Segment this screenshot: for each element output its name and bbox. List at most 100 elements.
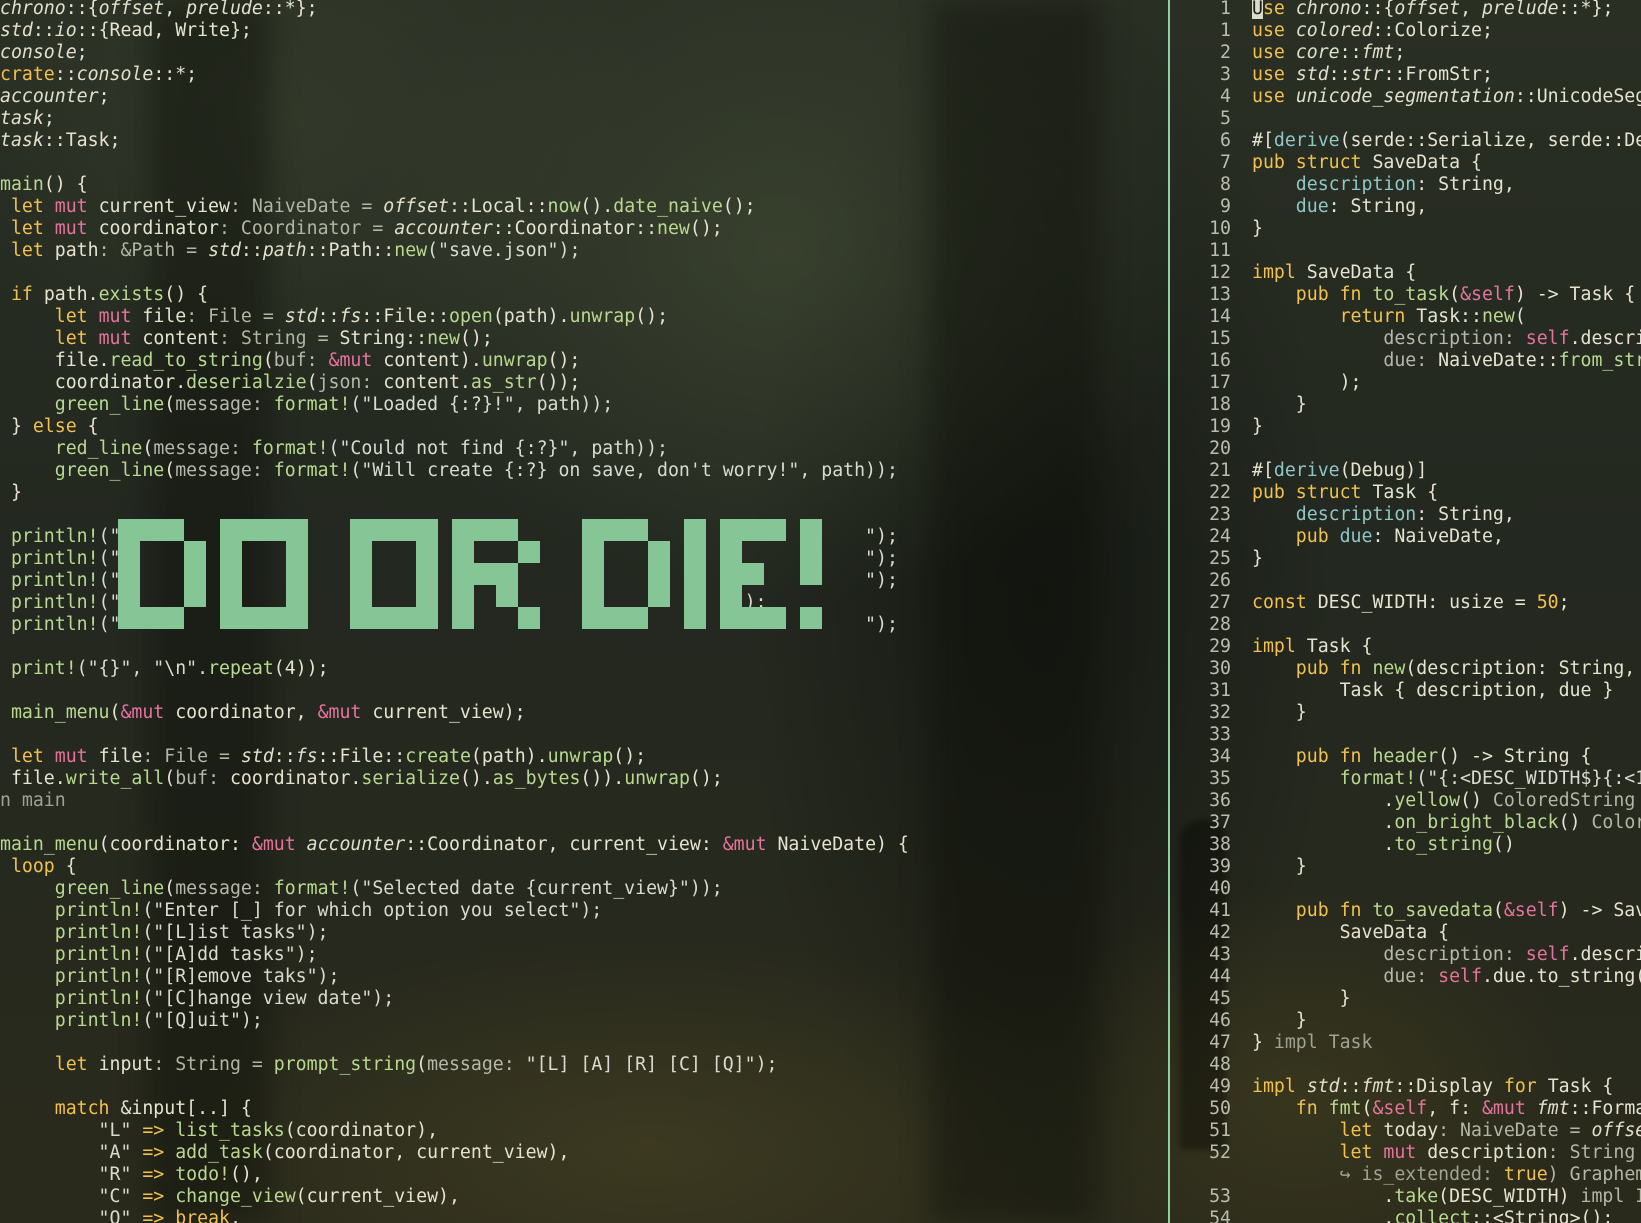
code-line[interactable]: match &input[..] { bbox=[0, 1098, 252, 1120]
code-line[interactable]: ↪ is_extended: true) Graphemes bbox=[1171, 1164, 1641, 1186]
code-line[interactable]: 34 pub fn header() -> String { bbox=[1171, 746, 1641, 768]
code-line[interactable]: 3 use std::str::FromStr; bbox=[1171, 64, 1641, 86]
code-line[interactable]: 45 } bbox=[1171, 988, 1641, 1010]
code-line[interactable]: let mut content: String = String::new(); bbox=[0, 328, 493, 350]
code-line[interactable]: println!("[R]emove taks"); bbox=[0, 966, 340, 988]
code-line[interactable]: let mut current_view: NaiveDate = offset… bbox=[0, 196, 756, 218]
right-editor-pane[interactable]: 1 Use chrono::{offset, prelude::*}; 1 use c… bbox=[1171, 0, 1641, 1223]
code-line[interactable]: "C" => change_view(current_view), bbox=[0, 1186, 460, 1208]
code-line[interactable]: 35 format!("{:<DESC_WIDTH$}{:<10}", "Des… bbox=[1171, 768, 1641, 790]
code-line[interactable]: } else { bbox=[0, 416, 99, 438]
code-line[interactable]: 26 bbox=[1171, 570, 1641, 592]
code-line[interactable]: 1 Use chrono::{offset, prelude::*}; bbox=[1171, 0, 1641, 20]
code-line[interactable]: 10} bbox=[1171, 218, 1641, 240]
code-line[interactable]: 24 pub due: NaiveDate, bbox=[1171, 526, 1641, 548]
code-line[interactable]: 5 bbox=[1171, 108, 1641, 130]
code-line[interactable]: green_line(message: format!("Selected da… bbox=[0, 878, 723, 900]
code-line[interactable]: 49 impl std::fmt::Display for Task { bbox=[1171, 1076, 1641, 1098]
code-line[interactable]: let mut coordinator: Coordinator = accou… bbox=[0, 218, 723, 240]
code-line[interactable]: 40 bbox=[1171, 878, 1641, 900]
code-line[interactable]: 23 description: String, bbox=[1171, 504, 1641, 526]
code-line[interactable]: 12 impl SaveData { bbox=[1171, 262, 1641, 284]
code-line[interactable]: main() { bbox=[0, 174, 88, 196]
code-line[interactable]: 37 .on_bright_black() ColoredString bbox=[1171, 812, 1641, 834]
code-line[interactable]: let path: &Path = std::path::Path::new("… bbox=[0, 240, 580, 262]
code-line[interactable]: let input: String = prompt_string(messag… bbox=[0, 1054, 778, 1076]
code-line[interactable]: loop { bbox=[0, 856, 77, 878]
code-line[interactable]: 41 pub fn to_savedata(&self) -> SaveData… bbox=[1171, 900, 1641, 922]
code-line[interactable]: let mut file: File = std::fs::File::open… bbox=[0, 306, 668, 328]
code-line[interactable]: "Q" => break, bbox=[0, 1208, 241, 1223]
code-line[interactable]: 14 return Task::new( bbox=[1171, 306, 1641, 328]
code-line[interactable]: 1 use colored::Colorize; bbox=[1171, 20, 1641, 42]
code-line[interactable]: crate::console::*; bbox=[0, 64, 197, 86]
code-line[interactable]: 7 pub struct SaveData { bbox=[1171, 152, 1641, 174]
code-line[interactable]: 18 } bbox=[1171, 394, 1641, 416]
code-line[interactable]: if path.exists() { bbox=[0, 284, 208, 306]
code-line[interactable]: 9 due: String, bbox=[1171, 196, 1641, 218]
code-line[interactable]: file.write_all(buf: coordinator.serializ… bbox=[0, 768, 723, 790]
code-line[interactable]: 4 use unicode_segmentation::UnicodeSegmen… bbox=[1171, 86, 1641, 108]
code-line[interactable]: coordinator.deserialzie(json: content.as… bbox=[0, 372, 581, 394]
code-line[interactable]: 32 } bbox=[1171, 702, 1641, 724]
code-line[interactable]: println!("[A]dd tasks"); bbox=[0, 944, 318, 966]
code-line[interactable]: 52 let mut description: String = self.de… bbox=[1171, 1142, 1641, 1164]
code-line[interactable]: println!("[L]ist tasks"); bbox=[0, 922, 329, 944]
code-line[interactable]: chrono::{offset, prelude::*}; bbox=[0, 0, 318, 20]
code-line[interactable]: "L" => list_tasks(coordinator), bbox=[0, 1120, 438, 1142]
code-line[interactable]: let mut file: File = std::fs::File::crea… bbox=[0, 746, 646, 768]
code-line[interactable]: println!("[Q]uit"); bbox=[0, 1010, 263, 1032]
code-line[interactable]: task; bbox=[0, 108, 55, 130]
code-line[interactable]: 28 bbox=[1171, 614, 1641, 636]
code-line[interactable]: 17 ); bbox=[1171, 372, 1641, 394]
code-line[interactable]: "R" => todo!(), bbox=[0, 1164, 263, 1186]
code-line[interactable]: n main bbox=[0, 790, 66, 812]
code-line[interactable]: main_menu(coordinator: &mut accounter::C… bbox=[0, 834, 909, 856]
code-line[interactable]: 15 description: self.description.clone()… bbox=[1171, 328, 1641, 350]
code-line[interactable]: } bbox=[0, 482, 22, 504]
code-line[interactable]: 36 .yellow() ColoredString bbox=[1171, 790, 1641, 812]
code-line[interactable]: 27 const DESC_WIDTH: usize = 50; bbox=[1171, 592, 1641, 614]
code-line[interactable]: 33 bbox=[1171, 724, 1641, 746]
code-line[interactable]: 25} bbox=[1171, 548, 1641, 570]
code-line[interactable]: 50 fn fmt(&self, f: &mut fmt::Formatter)… bbox=[1171, 1098, 1641, 1120]
code-line[interactable]: green_line(message: format!("Will create… bbox=[0, 460, 898, 482]
code-line[interactable]: 44 due: self.due.to_string(), bbox=[1171, 966, 1641, 988]
code-line[interactable]: 53 .take(DESC_WIDTH) impl Iterator bbox=[1171, 1186, 1641, 1208]
code-line[interactable]: 39 } bbox=[1171, 856, 1641, 878]
code-line[interactable]: red_line(message: format!("Could not fin… bbox=[0, 438, 668, 460]
code-line[interactable]: 22 pub struct Task { bbox=[1171, 482, 1641, 504]
code-line[interactable]: "A" => add_task(coordinator, current_vie… bbox=[0, 1142, 570, 1164]
code-line[interactable]: 48 bbox=[1171, 1054, 1641, 1076]
code-line[interactable]: 31 Task { description, due } bbox=[1171, 680, 1641, 702]
code-line[interactable]: 51 let today: NaiveDate = offset::Local:… bbox=[1171, 1120, 1641, 1142]
code-line[interactable]: 2 use core::fmt; bbox=[1171, 42, 1641, 64]
code-line[interactable]: std::io::{Read, Write}; bbox=[0, 20, 252, 42]
code-line[interactable]: 21 #[derive(Debug)] bbox=[1171, 460, 1641, 482]
code-line[interactable]: 46 } bbox=[1171, 1010, 1641, 1032]
code-line[interactable]: 20 bbox=[1171, 438, 1641, 460]
code-line[interactable]: accounter; bbox=[0, 86, 110, 108]
code-line[interactable]: 8 description: String, bbox=[1171, 174, 1641, 196]
code-line[interactable]: task::Task; bbox=[0, 130, 120, 152]
code-line[interactable]: console; bbox=[0, 42, 88, 64]
code-line[interactable]: 43 description: self.description.clone()… bbox=[1171, 944, 1641, 966]
code-line[interactable]: 47} impl Task bbox=[1171, 1032, 1641, 1054]
pane-divider[interactable] bbox=[1168, 0, 1170, 1223]
code-line[interactable]: 38 .to_string() bbox=[1171, 834, 1641, 856]
code-line[interactable]: 13 pub fn to_task(&self) -> Task { bbox=[1171, 284, 1641, 306]
code-line[interactable]: print!("{}", "\n".repeat(4)); bbox=[0, 658, 329, 680]
code-line[interactable]: green_line(message: format!("Loaded {:?}… bbox=[0, 394, 613, 416]
code-line[interactable]: 16 due: NaiveDate::from_str(&self.due).u… bbox=[1171, 350, 1641, 372]
code-line[interactable]: 19} bbox=[1171, 416, 1641, 438]
code-line[interactable]: 30 pub fn new(description: String, due: … bbox=[1171, 658, 1641, 680]
code-line[interactable]: main_menu(&mut coordinator, &mut current… bbox=[0, 702, 526, 724]
code-line[interactable]: println!("[C]hange view date"); bbox=[0, 988, 394, 1010]
code-line[interactable]: 54 .collect::<String>(); bbox=[1171, 1208, 1641, 1223]
code-line[interactable]: 6 #[derive(serde::Serialize, serde::Deser… bbox=[1171, 130, 1641, 152]
code-line[interactable]: 11 bbox=[1171, 240, 1641, 262]
code-line[interactable]: 42 SaveData { bbox=[1171, 922, 1641, 944]
code-line[interactable]: println!("Enter [_] for which option you… bbox=[0, 900, 603, 922]
code-line[interactable]: 29 impl Task { bbox=[1171, 636, 1641, 658]
code-line[interactable]: file.read_to_string(buf: &mut content).u… bbox=[0, 350, 581, 372]
